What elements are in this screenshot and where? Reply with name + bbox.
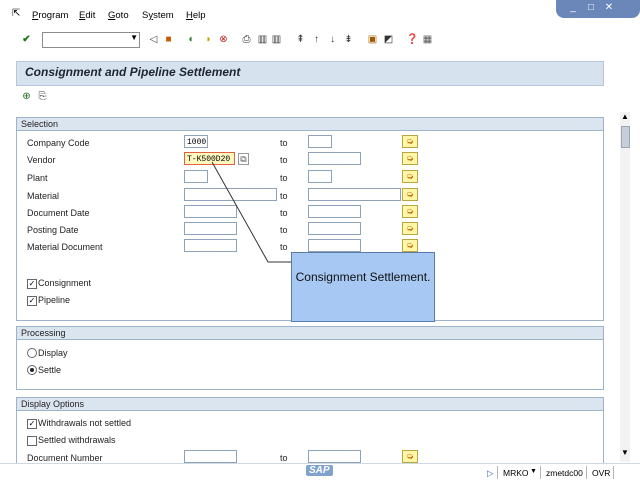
callout-box: Consignment Settlement. (291, 252, 435, 322)
status-separator (586, 466, 587, 479)
status-bar: SAP ▷ MRKO ▼ zmetdc00 OVR (0, 463, 640, 481)
settled-withdrawals-checkbox[interactable] (27, 436, 37, 446)
scroll-up-icon[interactable]: ▲ (621, 112, 629, 121)
status-separator (540, 466, 541, 479)
document-number-from[interactable] (184, 450, 237, 463)
vertical-scrollbar[interactable]: ▲ ▼ (620, 112, 630, 462)
display-options-group: Display Options ✓ Withdrawals not settle… (16, 397, 604, 464)
settle-radio[interactable] (27, 365, 37, 375)
status-separator (497, 466, 498, 479)
settle-label: Settle (38, 365, 62, 375)
display-label: Display (38, 348, 68, 358)
system-dropdown-icon[interactable]: ▼ (530, 468, 537, 475)
callout-text: Consignment Settlement. (295, 270, 431, 284)
sap-logo: SAP (306, 465, 333, 476)
to-label: to (280, 453, 288, 463)
processing-header: Processing (17, 327, 603, 340)
document-number-to[interactable] (308, 450, 361, 463)
insert-mode: OVR (592, 468, 611, 478)
settled-withdrawals-label: Settled withdrawals (38, 435, 116, 445)
server-name: zmetdc00 (546, 468, 583, 478)
scroll-thumb[interactable] (621, 126, 630, 148)
processing-group: Processing Display Settle (16, 326, 604, 390)
status-toggle-icon[interactable]: ▷ (487, 468, 494, 479)
multiple-selection-button[interactable]: ➭ (402, 450, 418, 463)
display-radio[interactable] (27, 348, 37, 358)
display-options-header: Display Options (17, 398, 603, 411)
document-number-label: Document Number (27, 453, 103, 463)
withdrawals-not-settled-checkbox[interactable]: ✓ (27, 419, 37, 429)
withdrawals-not-settled-label: Withdrawals not settled (38, 418, 132, 428)
system-name: MRKO (503, 468, 529, 478)
status-separator (613, 466, 614, 479)
scroll-down-icon[interactable]: ▼ (621, 448, 629, 457)
